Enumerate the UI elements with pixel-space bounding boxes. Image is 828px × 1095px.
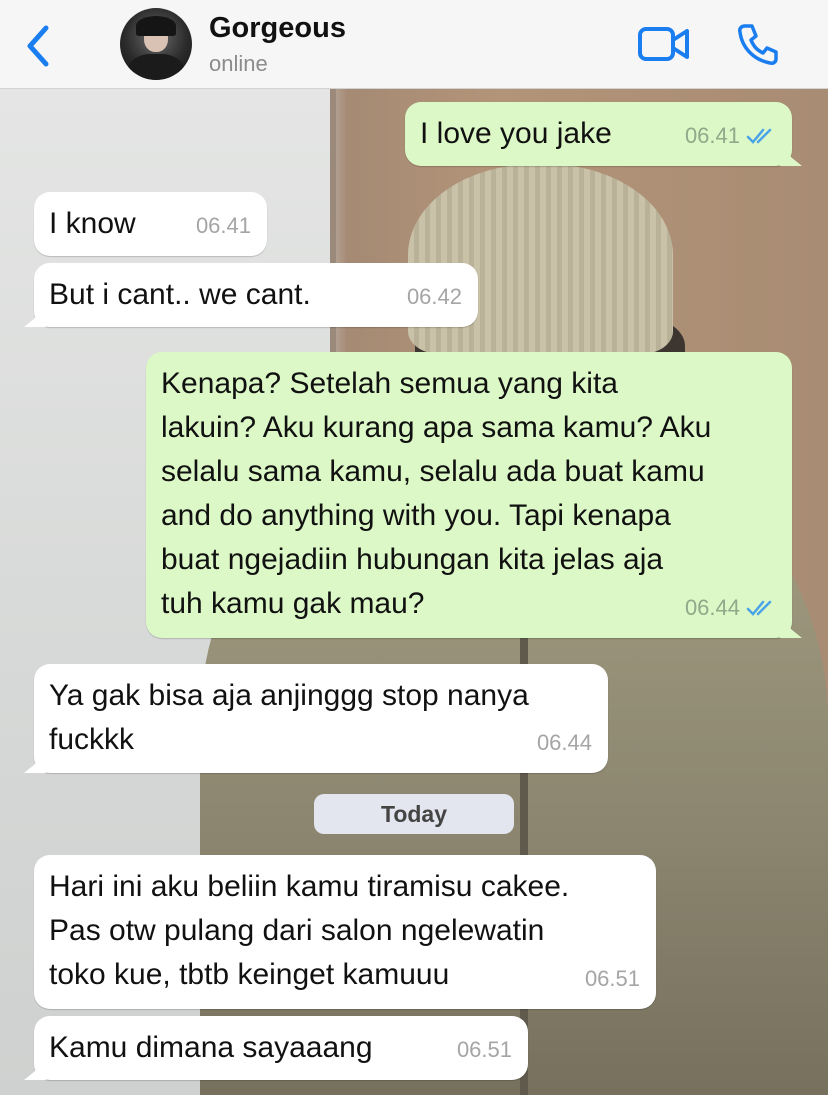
chevron-left-icon: [27, 25, 49, 67]
message-time: 06.44: [684, 595, 740, 620]
message-bubble-incoming[interactable]: But i cant.. we cant. 06.42: [24, 263, 478, 327]
message-time: 06.42: [406, 284, 462, 309]
double-check-icon: [746, 128, 772, 144]
video-camera-icon: [638, 27, 689, 61]
message-time: 06.51: [584, 966, 640, 991]
back-button[interactable]: [22, 24, 58, 68]
contact-avatar[interactable]: [120, 8, 192, 80]
message-time: 06.41: [195, 213, 251, 238]
message-bubble-incoming[interactable]: Kamu dimana sayaaang 06.51: [24, 1016, 528, 1080]
message-text: Kamu dimana sayaaang: [49, 1031, 373, 1064]
message-text: But i cant.. we cant.: [49, 278, 311, 311]
video-call-button[interactable]: [637, 24, 691, 64]
message-bubble-incoming[interactable]: Ya gak bisa aja anjinggg stop nanya fuck…: [24, 664, 608, 773]
phone-icon: [738, 24, 778, 65]
chat-header: Gorgeous online: [0, 0, 828, 89]
message-bubble-outgoing[interactable]: Kenapa? Setelah semua yang kita lakuin? …: [146, 352, 802, 638]
contact-status: online: [209, 51, 268, 76]
message-text: Kenapa? Setelah semua yang kita lakuin? …: [161, 367, 712, 620]
date-separator: Today: [314, 794, 514, 834]
contact-name[interactable]: Gorgeous: [209, 12, 346, 45]
message-time: 06.41: [684, 123, 740, 148]
message-text: Hari ini aku beliin kamu tiramisu cakee.…: [49, 870, 570, 991]
message-bubble-incoming[interactable]: Hari ini aku beliin kamu tiramisu cakee.…: [34, 855, 656, 1009]
message-time: 06.44: [536, 730, 592, 755]
message-bubble-incoming[interactable]: I know 06.41: [34, 192, 267, 256]
message-time: 06.51: [456, 1037, 512, 1062]
message-bubble-outgoing[interactable]: I love you jake 06.41: [405, 102, 802, 166]
voice-call-button[interactable]: [736, 22, 780, 66]
double-check-icon: [746, 600, 772, 616]
message-text: Ya gak bisa aja anjinggg stop nanya fuck…: [49, 679, 529, 756]
